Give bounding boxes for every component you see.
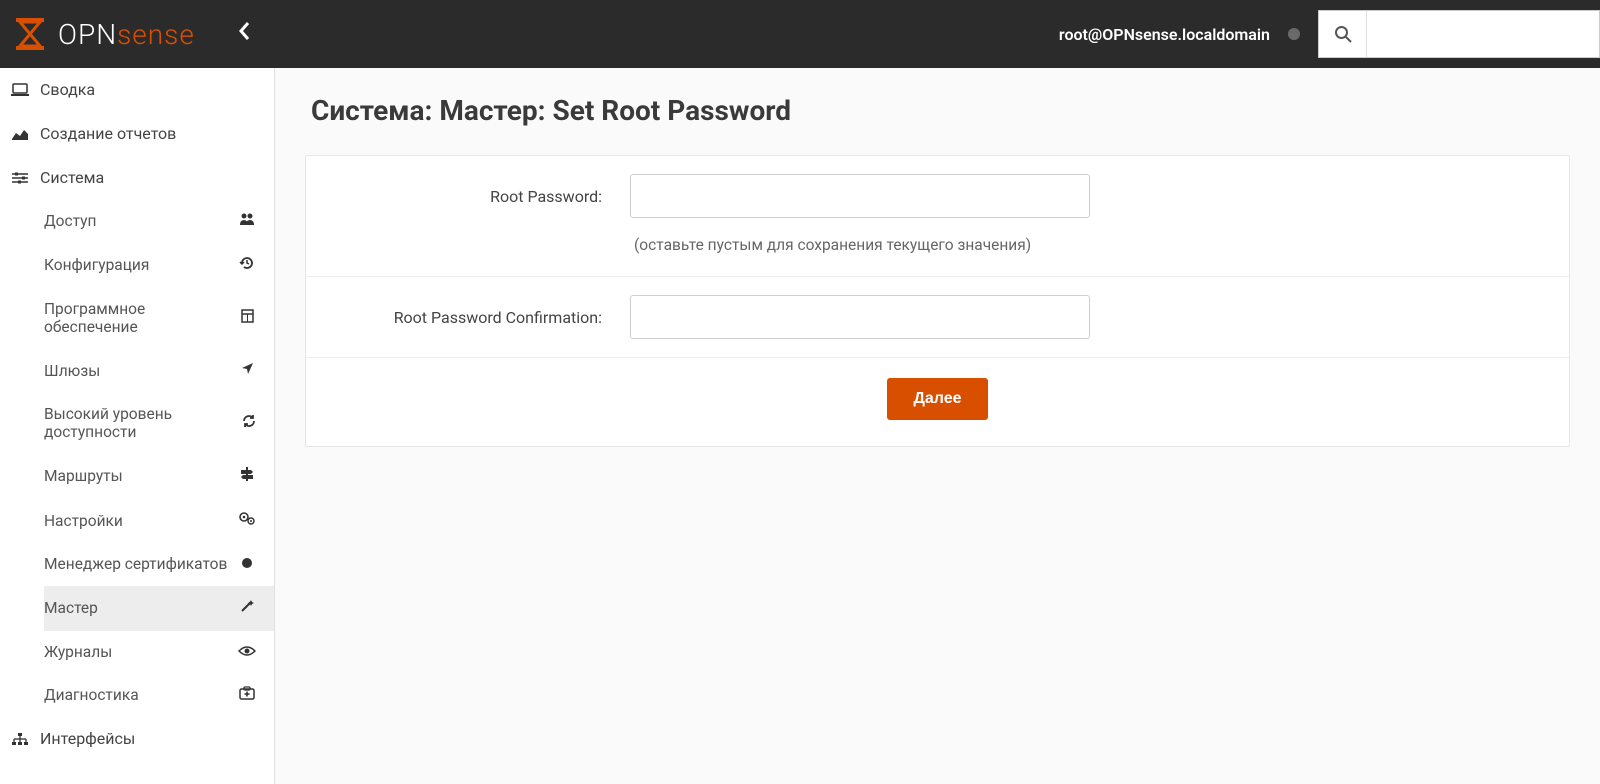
sidebar-item-diagnostics[interactable]: Диагностика bbox=[44, 674, 274, 717]
area-chart-icon bbox=[8, 127, 32, 141]
sidebar-system-submenu: Доступ Конфигурация Программное обеспече… bbox=[0, 200, 274, 717]
root-password-input[interactable] bbox=[630, 174, 1090, 218]
sidebar-item-label: Диагностика bbox=[44, 686, 139, 704]
sidebar-item-label: Журналы bbox=[44, 643, 112, 661]
root-password-help: (оставьте пустым для сохранения текущего… bbox=[630, 236, 1031, 254]
sidebar-item-interfaces[interactable]: Интерфейсы bbox=[0, 717, 274, 761]
sliders-icon bbox=[8, 171, 32, 185]
sidebar-collapse-button[interactable] bbox=[225, 15, 263, 53]
sidebar-item-label: Мастер bbox=[44, 599, 98, 617]
circle-icon bbox=[234, 555, 260, 573]
signpost-icon bbox=[234, 466, 260, 486]
form-field bbox=[630, 174, 1545, 218]
package-icon bbox=[235, 308, 260, 328]
sidebar: Сводка Создание отчетов Система Доступ bbox=[0, 68, 275, 784]
sidebar-item-config[interactable]: Конфигурация bbox=[44, 243, 274, 288]
hourglass-icon bbox=[10, 14, 50, 54]
help-spacer bbox=[330, 236, 630, 254]
page-title: Система: Мастер: Set Root Password bbox=[305, 94, 1570, 127]
brand-logo[interactable]: OPNsense bbox=[10, 14, 195, 54]
sidebar-item-gateways[interactable]: Шлюзы bbox=[44, 349, 274, 393]
sidebar-item-label: Настройки bbox=[44, 512, 123, 530]
main-content: Система: Мастер: Set Root Password Root … bbox=[275, 68, 1600, 784]
header-right: root@OPNsense.localdomain bbox=[1059, 10, 1600, 58]
sidebar-item-label: Шлюзы bbox=[44, 362, 100, 380]
search-container bbox=[1318, 10, 1600, 58]
medkit-icon bbox=[234, 686, 260, 704]
history-icon bbox=[234, 255, 260, 275]
sidebar-item-label: Сводка bbox=[40, 80, 95, 99]
laptop-icon bbox=[8, 83, 32, 97]
sidebar-item-reporting[interactable]: Создание отчетов bbox=[0, 112, 274, 156]
next-button[interactable]: Далее bbox=[887, 378, 987, 420]
refresh-icon bbox=[238, 413, 260, 433]
sidebar-item-wizard[interactable]: Мастер bbox=[44, 586, 274, 631]
sidebar-item-label: Менеджер сертификатов bbox=[44, 555, 227, 573]
sidebar-item-routes[interactable]: Маршруты bbox=[44, 454, 274, 499]
wand-icon bbox=[234, 598, 260, 618]
status-indicator-icon[interactable] bbox=[1288, 28, 1300, 40]
cogs-icon bbox=[234, 511, 260, 530]
form-field bbox=[630, 295, 1545, 339]
button-row: Далее bbox=[306, 358, 1569, 446]
sidebar-item-system[interactable]: Система bbox=[0, 156, 274, 200]
sidebar-item-firmware[interactable]: Программное обеспечение bbox=[44, 288, 274, 349]
sidebar-item-settings[interactable]: Настройки bbox=[44, 499, 274, 543]
sidebar-item-label: Высокий уровень доступности bbox=[44, 405, 238, 441]
sidebar-item-label: Программное обеспечение bbox=[44, 300, 235, 336]
sidebar-item-dashboard[interactable]: Сводка bbox=[0, 68, 274, 112]
root-password-label: Root Password: bbox=[330, 187, 630, 206]
sidebar-item-label: Доступ bbox=[44, 212, 96, 230]
location-arrow-icon bbox=[234, 361, 260, 380]
sidebar-item-label: Интерфейсы bbox=[40, 729, 135, 748]
sidebar-item-ha[interactable]: Высокий уровень доступности bbox=[44, 393, 274, 454]
brand-text: OPNsense bbox=[58, 18, 195, 51]
sidebar-item-access[interactable]: Доступ bbox=[44, 200, 274, 243]
search-input[interactable] bbox=[1367, 11, 1599, 57]
help-row: (оставьте пустым для сохранения текущего… bbox=[306, 236, 1569, 276]
users-icon bbox=[234, 212, 260, 230]
root-password-confirm-label: Root Password Confirmation: bbox=[330, 308, 630, 327]
app-header: OPNsense root@OPNsense.localdomain bbox=[0, 0, 1600, 68]
sidebar-item-label: Создание отчетов bbox=[40, 124, 176, 143]
sidebar-item-logs[interactable]: Журналы bbox=[44, 631, 274, 674]
sidebar-item-trust[interactable]: Менеджер сертификатов bbox=[44, 543, 274, 586]
eye-icon bbox=[234, 643, 260, 661]
sitemap-icon bbox=[8, 732, 32, 746]
sidebar-item-label: Система bbox=[40, 168, 104, 187]
root-password-confirm-input[interactable] bbox=[630, 295, 1090, 339]
wizard-panel: Root Password: (оставьте пустым для сохр… bbox=[305, 155, 1570, 447]
sidebar-item-label: Конфигурация bbox=[44, 256, 149, 274]
user-host-label[interactable]: root@OPNsense.localdomain bbox=[1059, 25, 1270, 44]
form-row-root-password: Root Password: bbox=[306, 156, 1569, 236]
brand-text-left: OPN bbox=[58, 18, 117, 51]
brand-text-right: sense bbox=[117, 18, 195, 51]
form-row-root-password-confirm: Root Password Confirmation: bbox=[306, 276, 1569, 358]
sidebar-item-label: Маршруты bbox=[44, 467, 123, 485]
search-icon[interactable] bbox=[1319, 11, 1367, 57]
chevron-left-icon bbox=[237, 21, 251, 47]
